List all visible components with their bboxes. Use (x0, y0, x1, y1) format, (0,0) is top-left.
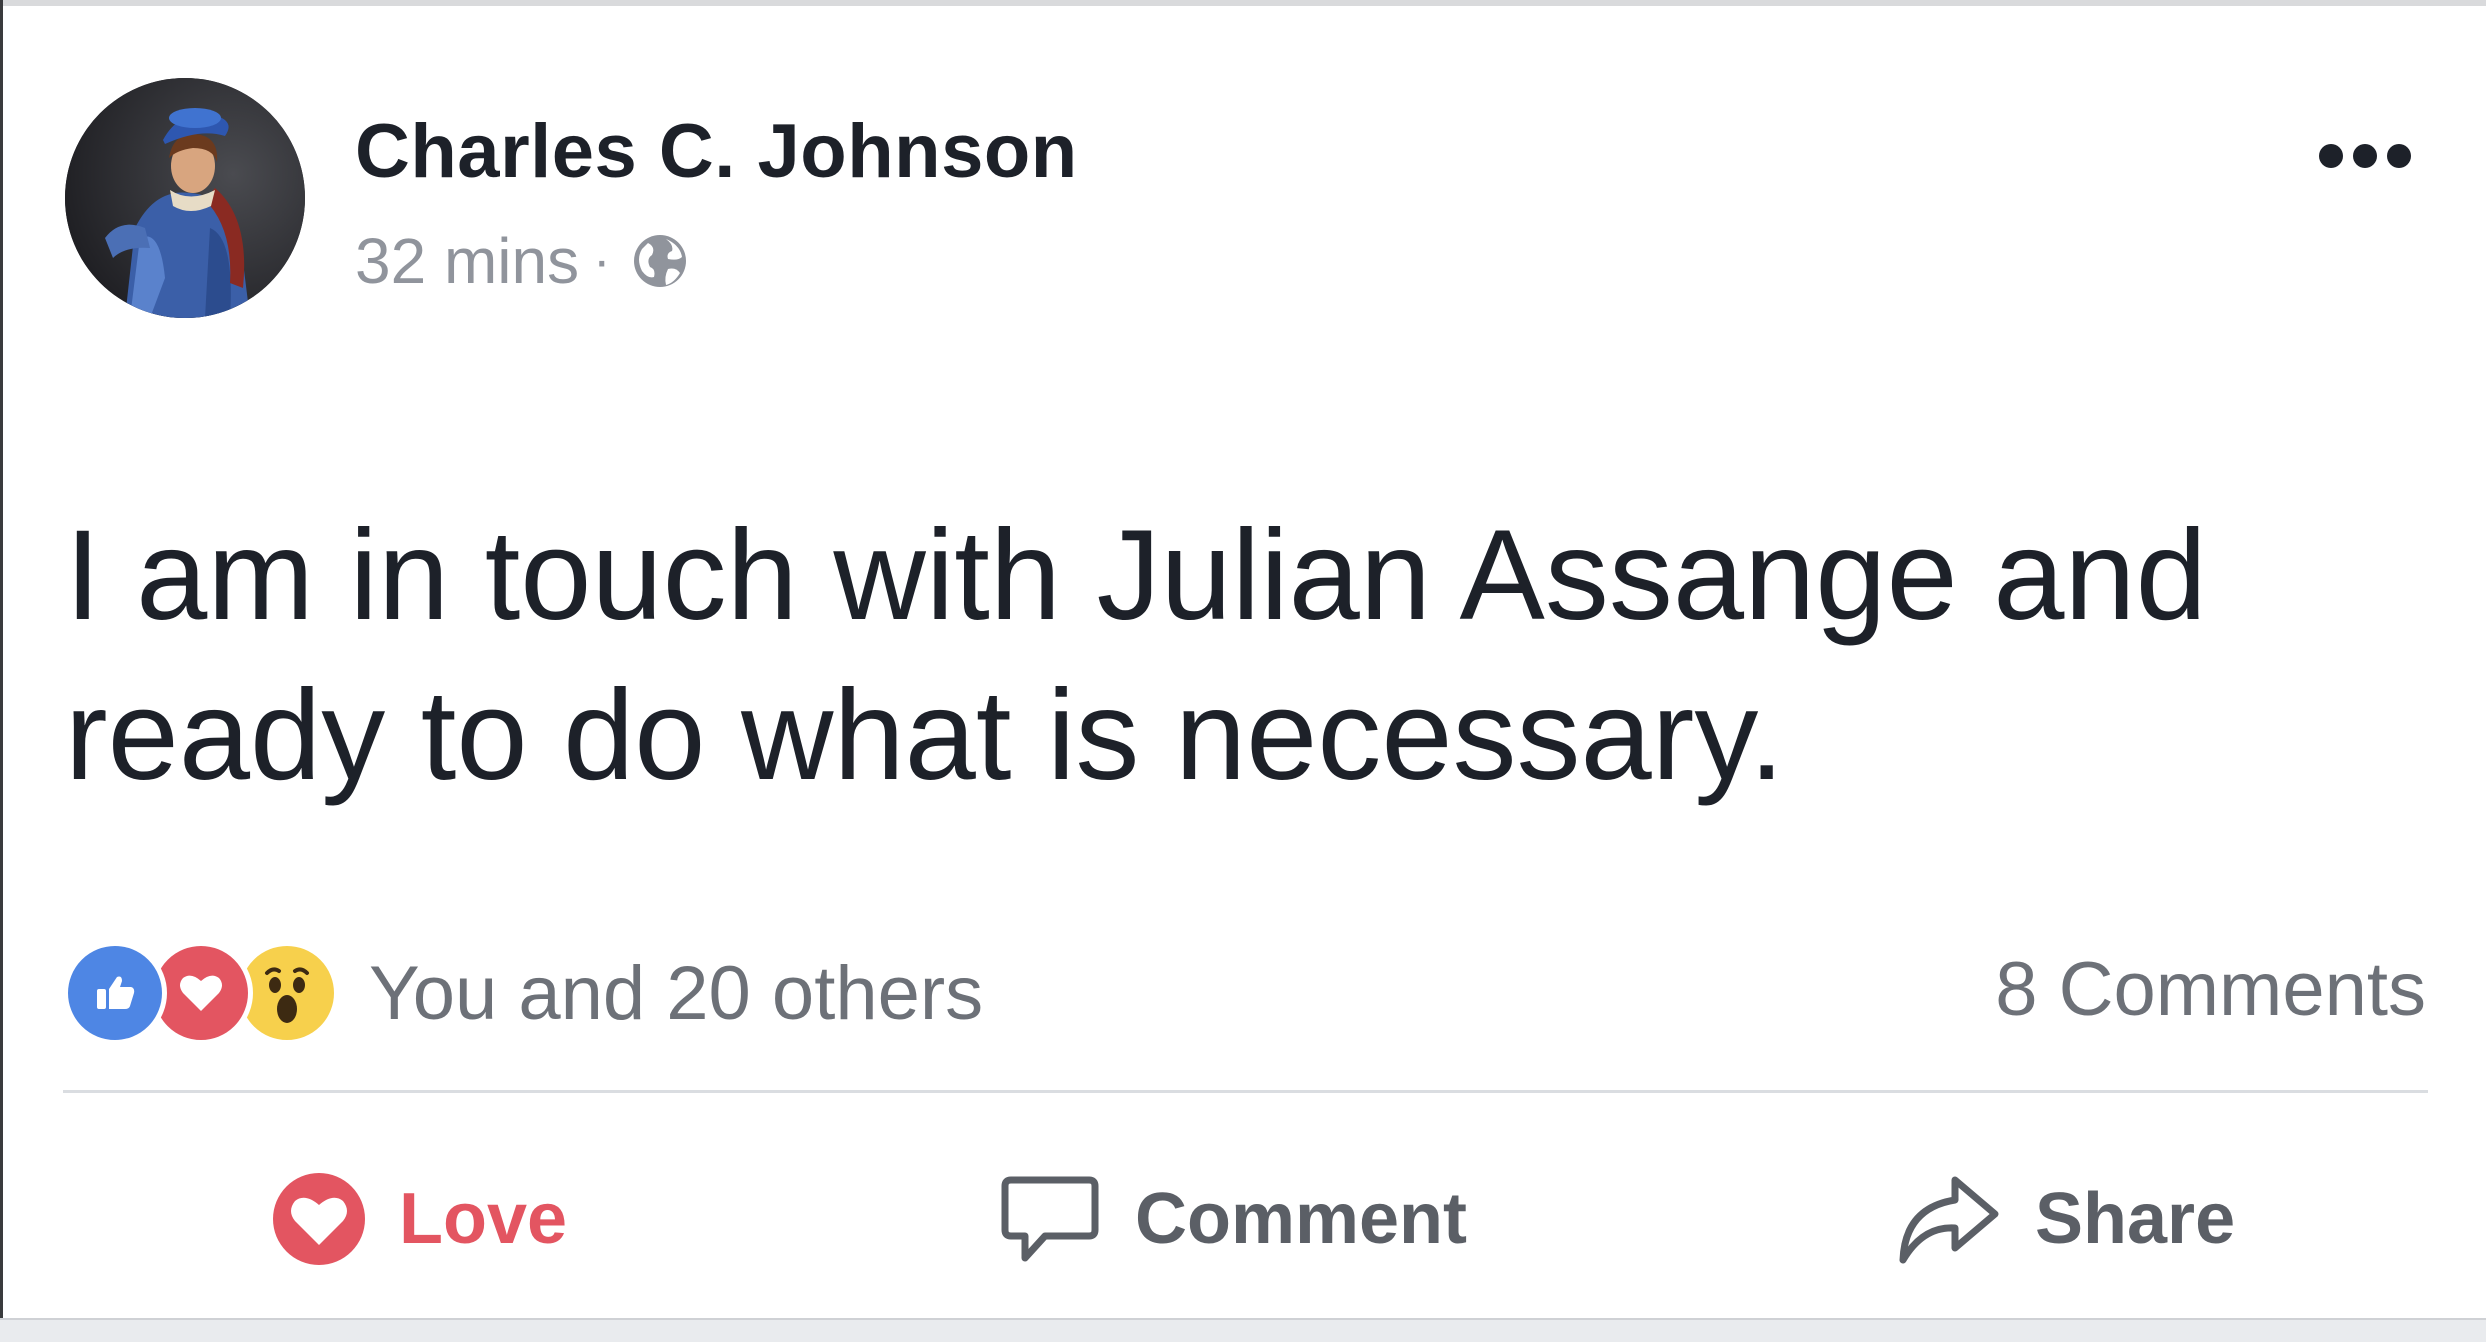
post-meta: 32 mins · (355, 224, 692, 298)
like-reaction-icon (63, 941, 167, 1045)
post-text-line: I am in touch with Julian Assange and (65, 504, 2207, 647)
actions-divider (63, 1090, 2428, 1093)
globe-icon[interactable] (628, 229, 692, 293)
post-card: Charles C. Johnson 32 mins · I am in tou… (3, 6, 2486, 1318)
post-text-line: ready to do what is necessary. (65, 664, 1785, 807)
comments-count[interactable]: 8 Comments (1995, 946, 2426, 1033)
love-button[interactable]: Love (271, 1164, 567, 1274)
window-bottom-edge (0, 1318, 2486, 1342)
comment-button[interactable]: Comment (997, 1164, 1467, 1274)
comment-bubble-icon (1001, 1176, 1099, 1262)
author-avatar[interactable] (65, 78, 305, 318)
post-timestamp[interactable]: 32 mins (355, 224, 579, 298)
heart-icon (273, 1173, 365, 1265)
share-arrow-icon (1899, 1176, 1999, 1264)
more-dot (2319, 144, 2343, 168)
reactions-count[interactable]: You and 20 others (369, 950, 983, 1037)
share-button-label: Share (2035, 1179, 2236, 1259)
more-options-icon[interactable] (2319, 144, 2411, 168)
avatar-image (65, 78, 305, 318)
share-button[interactable]: Share (1893, 1164, 2235, 1274)
more-dot (2353, 144, 2377, 168)
comment-button-label: Comment (1135, 1179, 1468, 1259)
reactions-summary[interactable]: You and 20 others (63, 941, 983, 1045)
love-button-label: Love (399, 1179, 568, 1259)
more-dot (2387, 144, 2411, 168)
meta-separator: · (593, 232, 611, 290)
author-name[interactable]: Charles C. Johnson (355, 108, 1078, 195)
post-body: I am in touch with Julian Assange and re… (65, 496, 2445, 816)
